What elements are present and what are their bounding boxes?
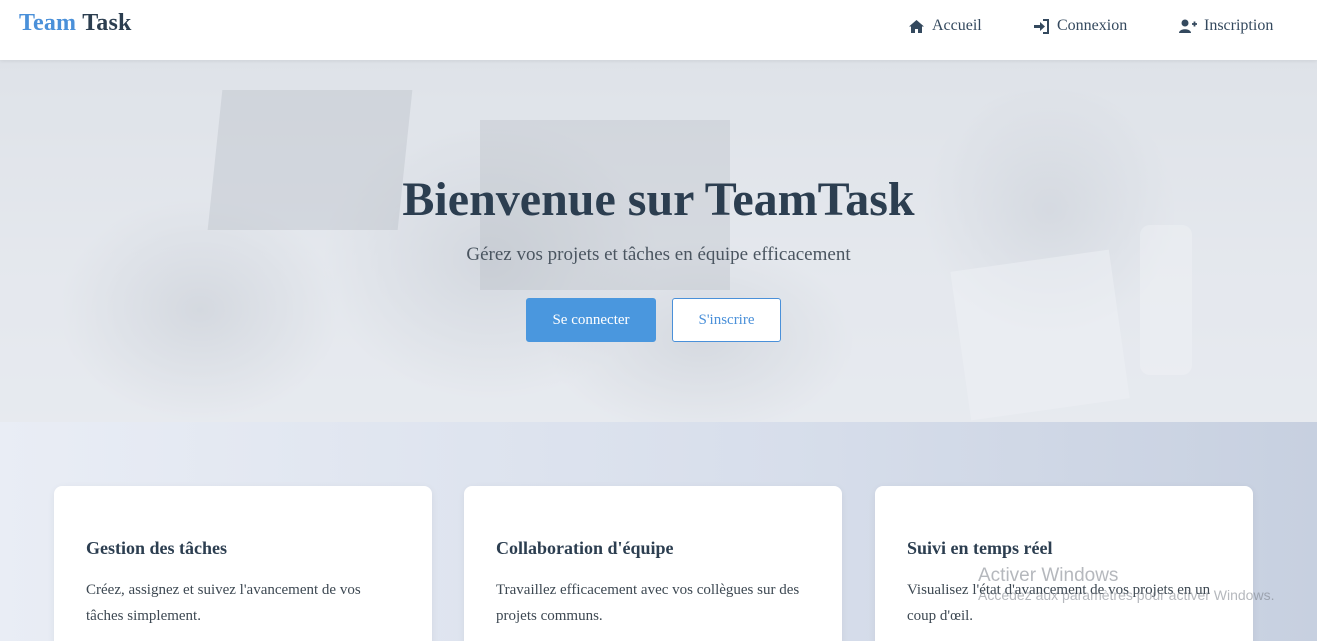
- nav-label-accueil: Accueil: [932, 17, 982, 34]
- feature-card: Collaboration d'équipe Travaillez effica…: [464, 486, 842, 641]
- sign-in-icon: [1032, 17, 1050, 35]
- login-button[interactable]: Se connecter: [526, 298, 656, 342]
- hero-overlay: [0, 60, 1317, 422]
- brand-logo[interactable]: Team Task: [19, 10, 132, 37]
- feature-card-title: Suivi en temps réel: [907, 538, 1053, 558]
- feature-card-text: Visualisez l'état d'avancement de vos pr…: [907, 582, 1211, 624]
- register-button[interactable]: S'inscrire: [672, 298, 781, 342]
- nav-label-connexion: Connexion: [1057, 17, 1128, 34]
- feature-card-text: Créez, assignez et suivez l'avancement d…: [86, 582, 361, 624]
- feature-card: Suivi en temps réel Visualisez l'état d'…: [875, 486, 1253, 641]
- feature-card: Gestion des tâches Créez, assignez et su…: [54, 486, 432, 641]
- hero-title: Bienvenue sur TeamTask: [402, 173, 915, 226]
- nav-item-inscription[interactable]: Inscription: [1179, 17, 1273, 35]
- hero-section: Bienvenue sur TeamTask Gérez vos projets…: [0, 60, 1317, 422]
- feature-card-text: Travaillez efficacement avec vos collègu…: [496, 582, 800, 624]
- nav-item-accueil[interactable]: Accueil: [907, 17, 982, 35]
- nav-item-connexion[interactable]: Connexion: [1032, 17, 1127, 35]
- brand-part-task: Task: [82, 10, 132, 36]
- feature-card-title: Collaboration d'équipe: [496, 538, 674, 558]
- hero-subtitle: Gérez vos projets et tâches en équipe ef…: [466, 244, 851, 265]
- brand-part-team: Team: [19, 10, 77, 36]
- nav-label-inscription: Inscription: [1204, 17, 1274, 34]
- features-section: Gestion des tâches Créez, assignez et su…: [0, 422, 1317, 641]
- home-icon: [907, 17, 925, 35]
- user-plus-icon: [1179, 17, 1197, 35]
- feature-card-title: Gestion des tâches: [86, 538, 227, 558]
- navbar: Team Task Accueil Connexion Inscription: [0, 0, 1317, 60]
